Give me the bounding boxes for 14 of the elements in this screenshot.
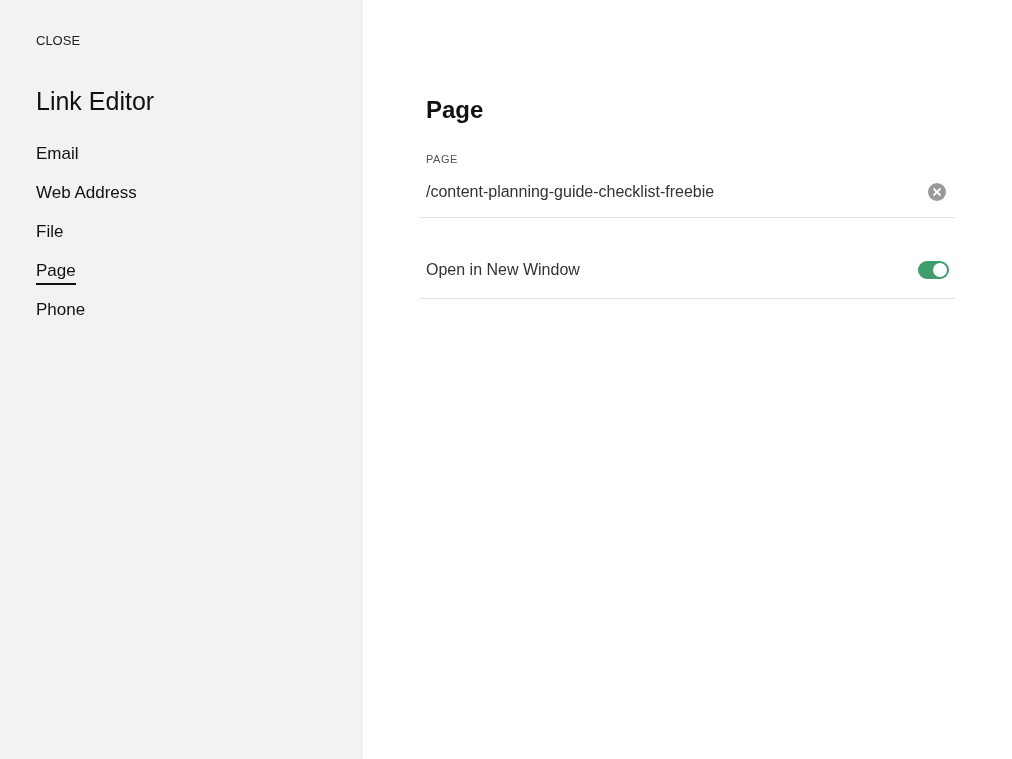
page-input[interactable]: /content-planning-guide-checklist-freebie — [426, 179, 928, 204]
link-type-tab[interactable]: Web Address — [36, 180, 137, 207]
link-type-tab[interactable]: Email — [36, 141, 79, 168]
panel-title: Page — [426, 95, 485, 125]
link-type-tab[interactable]: Phone — [36, 297, 86, 324]
link-type-tab[interactable]: Page — [36, 258, 76, 285]
editor-title: Link Editor — [36, 85, 155, 117]
link-type-tab[interactable]: File — [36, 219, 64, 246]
toggle-label: Open in New Window — [426, 259, 580, 280]
close-button[interactable]: CLOSE — [36, 31, 81, 51]
page-field[interactable]: /content-planning-guide-checklist-freebie — [420, 179, 955, 218]
clear-icon[interactable] — [928, 182, 946, 201]
field-label: PAGE — [426, 152, 459, 167]
toggle-switch[interactable] — [918, 260, 949, 279]
